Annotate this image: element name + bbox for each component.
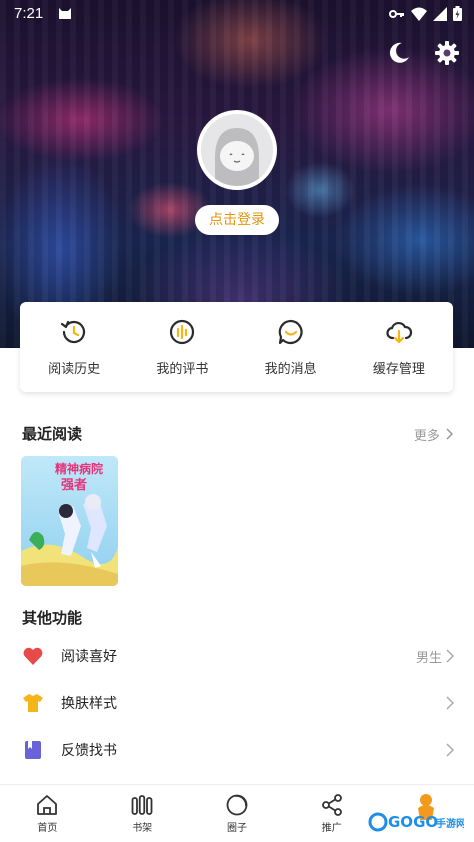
nav-label: 首页 xyxy=(37,823,58,834)
func-label: 换肤样式 xyxy=(61,696,117,712)
more-label: 更多 xyxy=(413,429,440,444)
quick-actions-card: 阅读历史 我的评书 我的消息 缓存管理 xyxy=(20,302,453,392)
bookshelf-icon xyxy=(131,795,153,815)
func-label: 反馈找书 xyxy=(61,743,117,759)
status-bar: 7:21 xyxy=(0,0,474,28)
shirt-icon xyxy=(23,694,43,712)
book-icon xyxy=(25,741,41,759)
chevron-right-icon xyxy=(446,649,454,663)
quick-action-label: 阅读历史 xyxy=(48,361,101,377)
nav-item-home[interactable]: 首页 xyxy=(0,785,95,842)
func-row-reading-preference[interactable]: 阅读喜好 男生 xyxy=(0,633,474,679)
nav-item-promote[interactable]: 推广 xyxy=(284,785,379,842)
settings-gear-icon[interactable] xyxy=(434,40,460,66)
quick-action-label: 我的消息 xyxy=(264,361,317,377)
comment-chart-icon xyxy=(170,319,195,344)
quick-action-messages[interactable]: 我的消息 xyxy=(241,318,341,377)
nav-label: 圈子 xyxy=(226,823,247,834)
circle-icon xyxy=(226,794,248,816)
key-icon xyxy=(389,9,404,18)
recent-book-cover[interactable]: 精神病院 强者 xyxy=(21,456,118,586)
cloud-download-icon xyxy=(386,321,412,343)
func-row-feedback[interactable]: 反馈找书 xyxy=(0,727,474,773)
quick-action-cache[interactable]: 缓存管理 xyxy=(349,318,449,377)
svg-text:手游网: 手游网 xyxy=(436,817,464,830)
book-cover-image: 精神病院 强者 xyxy=(21,456,118,586)
avatar[interactable] xyxy=(197,110,277,190)
func-value: 男生 xyxy=(415,651,442,666)
status-time: 7:21 xyxy=(14,5,44,22)
default-avatar-icon xyxy=(201,114,273,186)
night-mode-icon[interactable] xyxy=(386,40,412,66)
home-icon xyxy=(37,795,58,815)
chevron-right-icon xyxy=(446,696,454,710)
func-label: 阅读喜好 xyxy=(61,649,117,665)
nav-label: 书架 xyxy=(132,823,153,834)
quick-action-label: 缓存管理 xyxy=(372,361,425,377)
nav-item-bookshelf[interactable]: 书架 xyxy=(95,785,190,842)
book-cover-title: 精神病院 xyxy=(55,461,103,476)
chevron-right-icon xyxy=(446,428,454,440)
recent-section-title: 最近阅读 xyxy=(22,425,83,443)
status-icons xyxy=(389,6,462,21)
battery-icon xyxy=(453,6,462,21)
login-button[interactable]: 点击登录 xyxy=(195,205,279,235)
quick-action-history[interactable]: 阅读历史 xyxy=(24,318,124,377)
recent-more-link[interactable]: 更多 xyxy=(414,425,454,444)
signal-icon xyxy=(433,6,447,21)
wifi-icon xyxy=(411,7,427,21)
book-cover-subtitle: 强者 xyxy=(61,477,87,493)
message-smile-icon xyxy=(278,319,303,344)
history-icon xyxy=(61,320,86,343)
chevron-right-icon xyxy=(446,743,454,757)
heart-icon xyxy=(23,647,43,665)
nav-item-circle[interactable]: 圈子 xyxy=(190,785,285,842)
cat-notification-icon xyxy=(59,8,71,19)
quick-action-reviews[interactable]: 我的评书 xyxy=(132,318,232,377)
func-row-skin-style[interactable]: 换肤样式 xyxy=(0,680,474,726)
share-icon xyxy=(321,794,342,816)
quick-action-label: 我的评书 xyxy=(156,361,209,377)
nav-label: 推广 xyxy=(321,823,342,834)
svg-text:GOGO: GOGO xyxy=(388,813,438,831)
watermark-logo: GOGO 手游网 xyxy=(368,794,464,832)
other-section-title: 其他功能 xyxy=(22,609,83,627)
